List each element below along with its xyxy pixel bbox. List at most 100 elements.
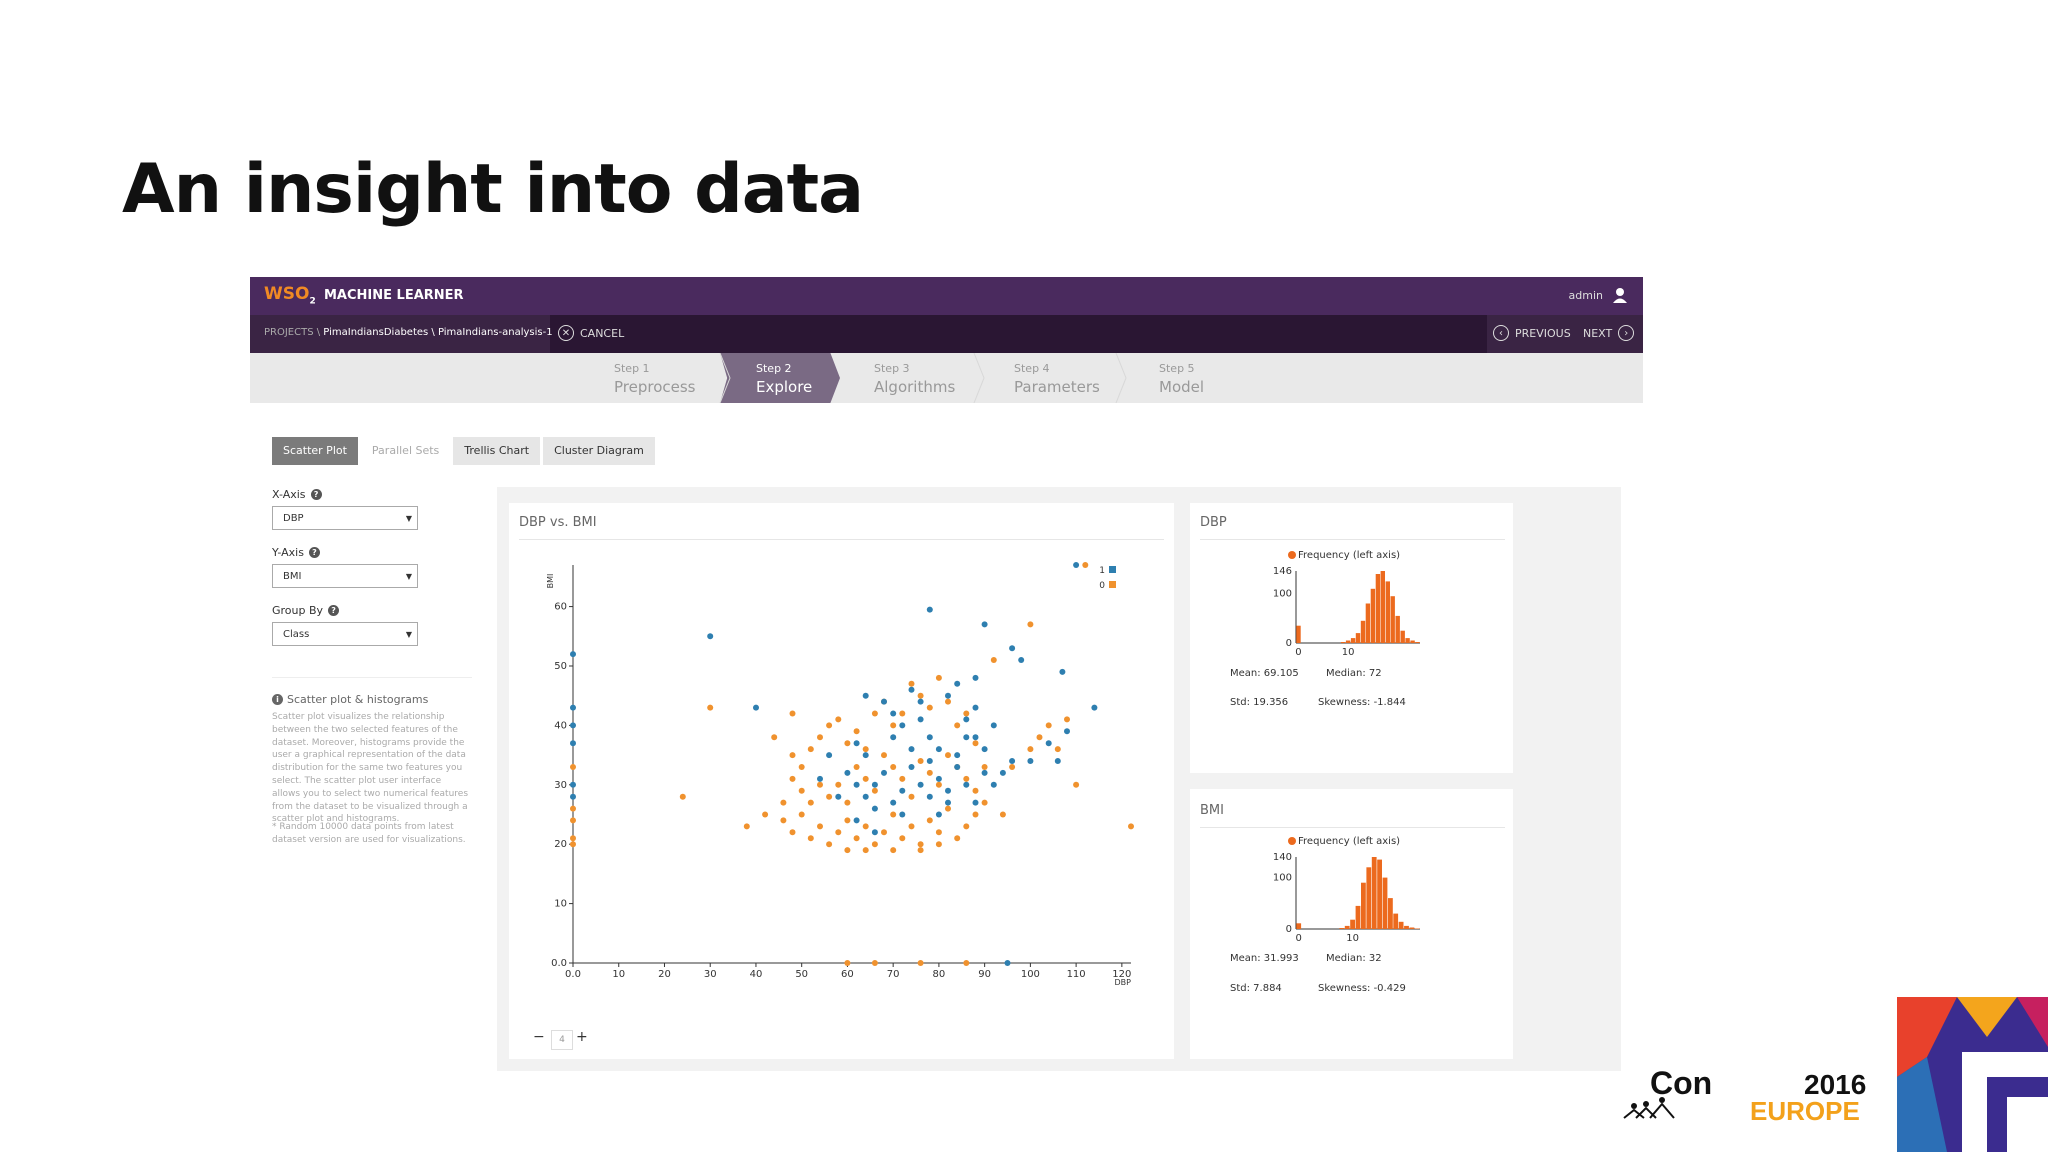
previous-button[interactable]: ‹ PREVIOUS [1493, 325, 1571, 341]
y-tick-label: 60 [554, 602, 567, 613]
bmi-histogram[interactable]: Frequency (left axis) 0 100 140 0 10 [1190, 829, 1513, 959]
help-icon[interactable]: ? [328, 605, 340, 616]
point-class-1 [954, 680, 961, 687]
point-class-0 [853, 728, 860, 735]
point-class-0 [917, 758, 924, 764]
point-class-0 [862, 775, 869, 782]
histogram-bar [1390, 596, 1395, 643]
point-class-0 [935, 781, 942, 788]
conference-region: EUROPE [1750, 1096, 1860, 1122]
point-class-1 [1059, 668, 1066, 675]
point-class-1 [981, 621, 988, 628]
info-description: Scatter plot visualizes the relationship… [272, 712, 469, 825]
point-class-0 [899, 710, 906, 717]
help-icon[interactable]: ? [310, 489, 322, 500]
point-class-1 [917, 781, 924, 788]
bmi-histogram-card: BMI Frequency (left axis) 0 100 140 0 10 Mean… [1190, 789, 1513, 1059]
point-class-0 [798, 787, 805, 794]
next-button[interactable]: NEXT › [1583, 325, 1635, 341]
tab-trellis-chart[interactable]: Trellis Chart [453, 437, 541, 465]
x-tick-label: 40 [750, 969, 763, 980]
histogram-bar [1350, 638, 1356, 643]
point-class-0 [835, 781, 842, 788]
y-axis-select[interactable]: BMI ▼ [272, 564, 418, 588]
point-class-0 [945, 805, 951, 812]
point-class-1 [817, 775, 823, 782]
x-axis-label: X-Axis? [272, 488, 322, 501]
x-tick-label: 110 [1067, 969, 1086, 980]
scatter-plot[interactable]: 0.0 10 20 30 40 50 60 70 80 90 100 110 1200.01020304… [509, 543, 1174, 1023]
point-class-1 [890, 799, 897, 806]
bmi-skewness: Skewness: -0.429 [1318, 983, 1406, 994]
point-class-0 [908, 680, 915, 687]
point-class-1 [853, 781, 860, 788]
histogram-bar [1371, 857, 1377, 929]
point-class-1 [981, 746, 988, 753]
chevron-left-icon: ‹ [1493, 325, 1509, 341]
point-class-1 [945, 787, 951, 794]
point-class-1 [871, 829, 878, 836]
point-class-0 [835, 829, 842, 836]
point-class-1 [890, 710, 897, 717]
histogram-bar [1377, 859, 1382, 929]
point-class-1 [908, 686, 915, 693]
user-icon[interactable] [1611, 286, 1629, 304]
conference-name: Con [1650, 1065, 1712, 1101]
point-class-1 [853, 740, 860, 747]
point-class-1 [954, 752, 961, 759]
visualization-tabs: Scatter Plot Parallel Sets Trellis Chart… [272, 437, 655, 465]
slide-title: An insight into data [122, 150, 864, 229]
dbp-histogram[interactable]: Frequency (left axis) 0 100 146 0 10 [1190, 543, 1513, 673]
zoom-in-button[interactable]: + [576, 1029, 588, 1045]
user-name[interactable]: admin [1569, 289, 1603, 302]
tab-parallel-sets[interactable]: Parallel Sets [360, 437, 451, 465]
x-tick-label: 0 [1296, 933, 1302, 944]
legend-label: Frequency (left axis) [1298, 550, 1400, 561]
point-class-0 [817, 781, 823, 788]
point-class-0 [570, 817, 576, 824]
x-tick-label: 90 [978, 969, 991, 980]
tab-cluster-diagram[interactable]: Cluster Diagram [543, 437, 655, 465]
point-class-0 [826, 841, 833, 848]
point-class-1 [908, 746, 915, 753]
point-class-0 [743, 823, 750, 830]
point-class-1 [570, 722, 576, 729]
tab-scatter-plot[interactable]: Scatter Plot [272, 437, 358, 465]
histogram-bar [1410, 640, 1415, 643]
help-icon[interactable]: ? [308, 547, 320, 558]
histogram-bar [1400, 630, 1405, 643]
point-class-0 [954, 722, 961, 729]
point-class-0 [890, 722, 897, 729]
point-class-0 [990, 657, 997, 663]
point-class-0 [1036, 734, 1043, 741]
x-axis-select[interactable]: DBP ▼ [272, 506, 418, 530]
group-by-select[interactable]: Class ▼ [272, 622, 418, 646]
cancel-button[interactable]: ✕ CANCEL [558, 325, 624, 341]
point-class-1 [908, 764, 915, 770]
dbp-histogram-title: DBP [1200, 515, 1227, 530]
point-class-1 [862, 793, 869, 800]
zoom-out-button[interactable]: − [533, 1029, 545, 1045]
wso2-logo: WSO2 [264, 284, 316, 307]
y-axis-label: Y-Axis? [272, 546, 320, 559]
point-class-1 [972, 734, 979, 741]
visualization-panel: DBP vs. BMI 0.0 10 20 30 40 50 60 70 80 90 100 110 1… [497, 487, 1621, 1071]
point-class-0 [871, 960, 878, 966]
histogram-bar [1405, 638, 1410, 643]
point-class-1 [1018, 657, 1025, 663]
breadcrumb[interactable]: PROJECTS \ PimaIndiansDiabetes \ PimaInd… [264, 327, 553, 338]
point-class-1 [999, 769, 1006, 776]
divider [272, 677, 472, 678]
point-class-0 [945, 698, 951, 705]
point-class-0 [871, 841, 878, 848]
brand-corner-graphic [1897, 997, 2048, 1152]
histogram-bar [1296, 923, 1302, 929]
point-class-0 [963, 823, 970, 830]
point-class-0 [789, 710, 796, 717]
legend-swatch [1109, 566, 1116, 573]
x-tick-label: 80 [933, 969, 946, 980]
info-title: i Scatter plot & histograms [272, 693, 428, 706]
histogram-bar [1404, 925, 1409, 929]
point-class-1 [844, 769, 851, 776]
y-tick-label: 100 [1273, 589, 1292, 600]
